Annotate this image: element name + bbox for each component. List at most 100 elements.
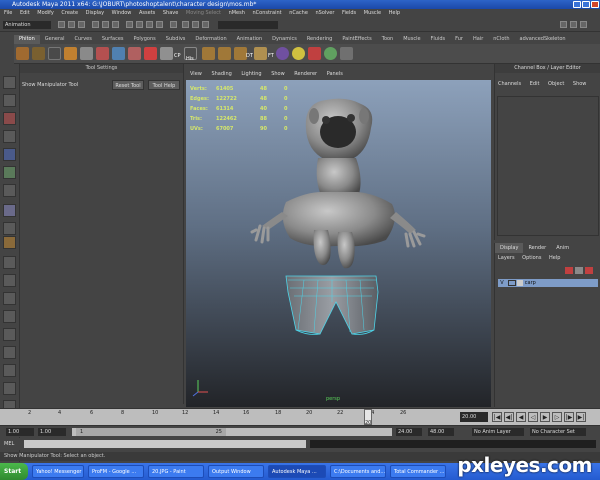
menu-fields[interactable]: Fields [342, 10, 356, 16]
shelf-tab-toon[interactable]: Toon [377, 35, 399, 44]
move-tool-icon[interactable] [3, 130, 16, 143]
viewport-menu-view[interactable]: View [190, 71, 202, 77]
menu-moving-select[interactable]: Moving Select [186, 10, 221, 16]
menu-nconstraint[interactable]: nConstraint [253, 10, 282, 16]
show-tool-settings-icon[interactable] [570, 21, 577, 28]
layout-icon[interactable] [3, 236, 16, 249]
select-component-icon[interactable] [112, 21, 119, 28]
menu-create[interactable]: Create [61, 10, 78, 16]
range-slider-handle[interactable]: 1 25 [76, 428, 226, 436]
shelf-torus-icon[interactable] [96, 47, 109, 60]
minimize-button[interactable] [573, 1, 581, 8]
menu-muscle[interactable]: Muscle [364, 10, 381, 16]
layer-type-toggle[interactable] [507, 279, 516, 286]
shelf-shader-icon[interactable] [324, 47, 337, 60]
task-total-commander[interactable]: Total Commander ... [390, 465, 446, 478]
step-back-key-icon[interactable]: ◀| [504, 412, 514, 422]
last-tool-icon[interactable] [3, 222, 16, 235]
snap-grid-icon[interactable] [126, 21, 133, 28]
channel-box-body[interactable] [497, 96, 599, 236]
render-icon[interactable] [182, 21, 189, 28]
layer-menu-layers[interactable]: Layers [498, 255, 515, 261]
menu-shave[interactable]: Shave [163, 10, 178, 16]
hypershade-layout-icon[interactable] [3, 328, 16, 341]
reset-tool-button[interactable]: Reset Tool [112, 80, 144, 90]
character-model[interactable] [186, 80, 491, 407]
menu-nmesh[interactable]: nMesh [229, 10, 245, 16]
save-scene-icon[interactable] [78, 21, 85, 28]
show-attribute-editor-icon[interactable] [560, 21, 567, 28]
end-playback-field[interactable]: 24.00 [396, 428, 422, 436]
task-profm-google[interactable]: ProFM - Google ... [88, 465, 144, 478]
shelf-tab-surfaces[interactable]: Surfaces [97, 35, 129, 44]
two-pane-layout-icon[interactable] [3, 292, 16, 305]
shelf-extrude-icon[interactable] [112, 47, 125, 60]
range-slider[interactable]: 1 25 [72, 428, 392, 436]
shelf-tab-hair[interactable]: Hair [468, 35, 488, 44]
menu-edit[interactable]: Edit [20, 10, 30, 16]
new-layer-selected-icon[interactable] [575, 267, 583, 274]
new-scene-icon[interactable] [58, 21, 65, 28]
delete-layer-icon[interactable] [585, 267, 593, 274]
start-button[interactable]: Start [0, 463, 28, 480]
outliner-layout-icon[interactable] [3, 310, 16, 323]
tool-help-button[interactable]: Tool Help [148, 80, 180, 90]
shelf-tab-rendering[interactable]: Rendering [302, 35, 338, 44]
start-time-field[interactable]: 1.00 [6, 428, 34, 436]
shelf-sphere-icon[interactable] [80, 47, 93, 60]
menu-file[interactable]: File [4, 10, 12, 16]
tab-render[interactable]: Render [523, 243, 551, 253]
layer-menu-options[interactable]: Options [522, 255, 541, 261]
shelf-tab-deformation[interactable]: Deformation [190, 35, 231, 44]
shelf-tools-icon[interactable] [32, 47, 45, 60]
shelf-tab-phiton[interactable]: Phiton [14, 35, 40, 44]
tab-anim[interactable]: Anim [551, 243, 574, 253]
dope-sheet-layout-icon[interactable] [3, 364, 16, 377]
shelf-tab-ncloth[interactable]: nCloth [488, 35, 514, 44]
shelf-tab-general[interactable]: General [40, 35, 70, 44]
channel-box-menu-show[interactable]: Show [573, 81, 587, 87]
task-autodesk-maya[interactable]: Autodesk Maya ... [268, 465, 326, 478]
show-channel-box-icon[interactable] [580, 21, 587, 28]
snap-point-icon[interactable] [146, 21, 153, 28]
viewport-menu-shading[interactable]: Shading [211, 71, 231, 77]
task-documents[interactable]: C:\Documents and... [330, 465, 386, 478]
lasso-tool-icon[interactable] [3, 94, 16, 107]
snap-plane-icon[interactable] [156, 21, 163, 28]
shelf-tab-painteffects[interactable]: PaintEffects [337, 35, 376, 44]
shelf-cube-icon[interactable] [16, 47, 29, 60]
current-frame-field[interactable]: 20.00 [460, 412, 488, 422]
step-back-frame-icon[interactable]: ◀ [516, 412, 526, 422]
menu-set-dropdown[interactable]: Animation [3, 21, 51, 29]
shelf-tab-animation[interactable]: Animation [232, 35, 268, 44]
viewport-menu-panels[interactable]: Panels [327, 71, 343, 77]
step-forward-frame-icon[interactable]: ▷ [552, 412, 562, 422]
go-to-end-icon[interactable]: ▶| [576, 412, 586, 422]
graph-editor-layout-icon[interactable] [3, 346, 16, 359]
channel-box-menu-object[interactable]: Object [548, 81, 564, 87]
close-button[interactable] [591, 1, 599, 8]
channel-box-menu-channels[interactable]: Channels [498, 81, 521, 87]
shelf-tab-polygons[interactable]: Polygons [129, 35, 161, 44]
shelf-mesh-icon[interactable] [202, 47, 215, 60]
viewport-menu-lighting[interactable]: Lighting [241, 71, 261, 77]
layer-visibility-toggle[interactable]: V [498, 279, 506, 287]
shelf-light-icon[interactable] [292, 47, 305, 60]
layer-color-swatch[interactable] [517, 279, 524, 286]
viewport-menu-renderer[interactable]: Renderer [294, 71, 317, 77]
snap-curve-icon[interactable] [136, 21, 143, 28]
shelf-smooth-icon[interactable] [144, 47, 157, 60]
show-manipulator-tool-icon[interactable] [3, 204, 16, 217]
anim-layer-dropdown[interactable]: No Anim Layer [472, 428, 524, 436]
four-pane-layout-icon[interactable] [3, 274, 16, 287]
viewport-menu-show[interactable]: Show [271, 71, 285, 77]
paint-select-tool-icon[interactable] [3, 112, 16, 125]
input-line-field[interactable] [218, 21, 278, 29]
select-hierarchy-icon[interactable] [92, 21, 99, 28]
menu-modify[interactable]: Modify [37, 10, 54, 16]
select-object-icon[interactable] [102, 21, 109, 28]
mel-input[interactable] [24, 440, 306, 448]
go-to-start-icon[interactable]: |◀ [492, 412, 502, 422]
select-tool-icon[interactable] [3, 76, 16, 89]
open-scene-icon[interactable] [68, 21, 75, 28]
